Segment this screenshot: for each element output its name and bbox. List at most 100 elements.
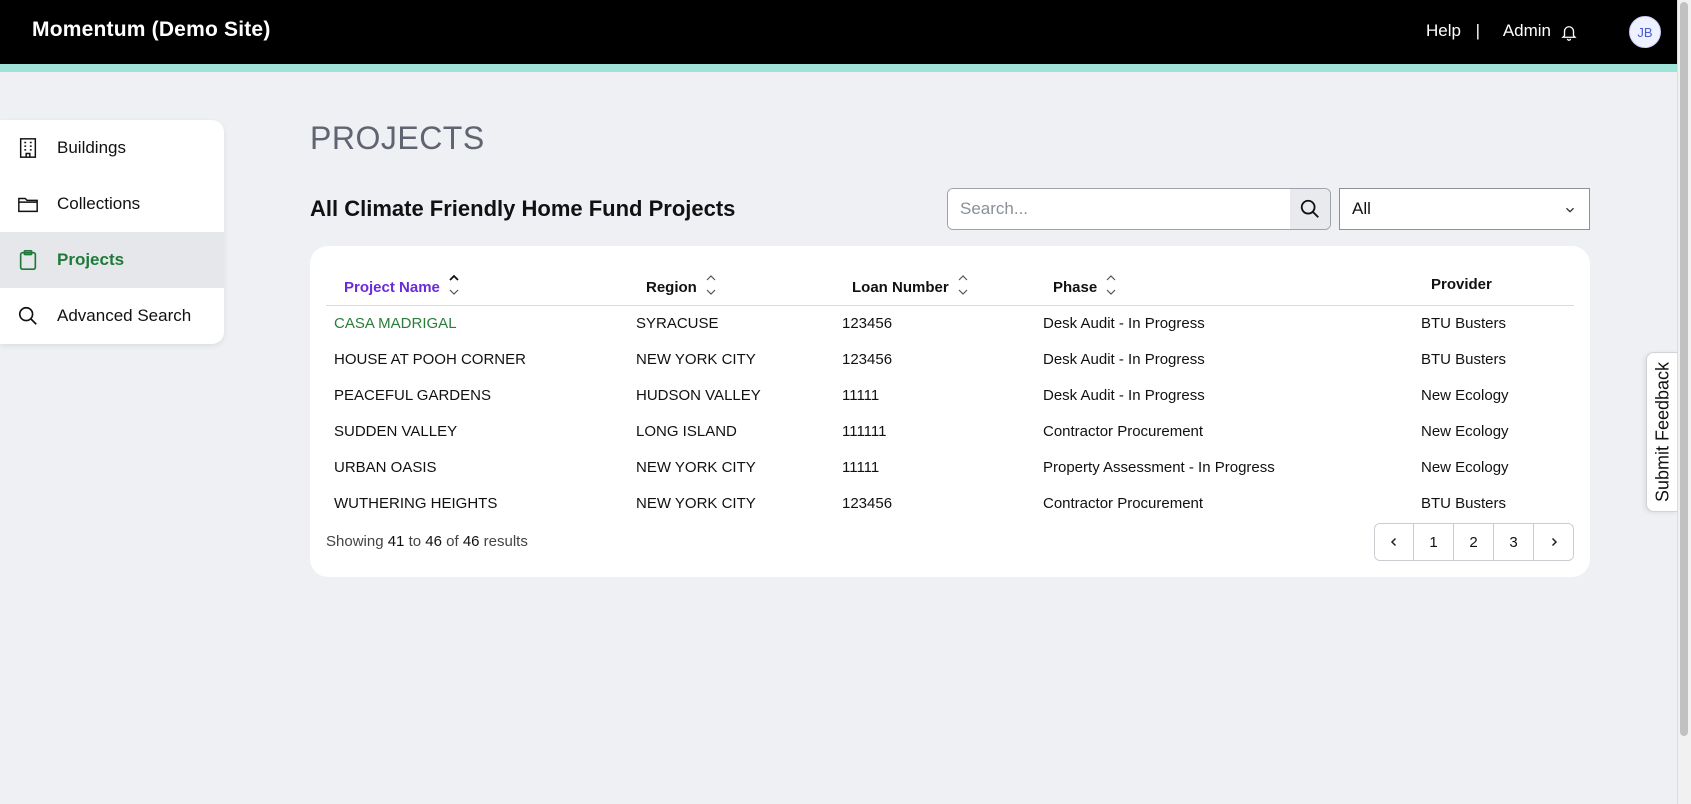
- column-label: Loan Number: [852, 278, 949, 296]
- provider-cell: New Ecology: [1421, 459, 1509, 476]
- sidebar-item-label: Projects: [57, 250, 125, 269]
- project-name-cell[interactable]: URBAN OASIS: [334, 459, 437, 476]
- column-header-loan-number[interactable]: Loan Number: [852, 275, 969, 298]
- provider-cell: BTU Busters: [1421, 495, 1507, 512]
- next-page-button[interactable]: [1533, 524, 1573, 560]
- project-name-link[interactable]: CASA MADRIGAL: [334, 315, 457, 332]
- chevron-down-icon: [1566, 207, 1574, 213]
- scrollbar[interactable]: [1677, 0, 1691, 804]
- top-nav-links: Help | Admin JB: [1277, 0, 1677, 64]
- sort-icon: [449, 274, 459, 295]
- summary-prefix: Showing: [326, 533, 384, 550]
- sort-icon: [958, 275, 968, 295]
- sidebar-item-advanced-search[interactable]: Advanced Search: [0, 288, 224, 344]
- user-avatar[interactable]: JB: [1629, 16, 1661, 48]
- column-label: Phase: [1053, 278, 1098, 296]
- summary-from: 41: [387, 533, 405, 550]
- provider-cell: New Ecology: [1421, 387, 1509, 404]
- bell-icon[interactable]: [1560, 22, 1578, 42]
- provider-cell: BTU Busters: [1421, 315, 1507, 332]
- chevron-left-icon: [1390, 537, 1397, 547]
- summary-of-word: of: [446, 533, 459, 550]
- project-name-cell[interactable]: SUDDEN VALLEY: [334, 423, 457, 440]
- nav-separator: |: [1475, 21, 1480, 40]
- table-row[interactable]: CASA MADRIGAL SYRACUSE 123456 Desk Audit…: [334, 306, 1574, 342]
- summary-total: 46: [462, 533, 480, 550]
- filter-selected-value: All: [1352, 199, 1371, 218]
- sidebar-item-label: Buildings: [57, 138, 126, 157]
- column-header-project-name[interactable]: Project Name: [344, 274, 460, 298]
- phase-filter-select[interactable]: All: [1339, 188, 1590, 230]
- loan-number-cell: 11111: [842, 387, 880, 404]
- loan-number-cell: 123456: [842, 495, 893, 512]
- sidebar-item-collections[interactable]: Collections: [0, 176, 224, 232]
- search-input[interactable]: [948, 189, 1290, 229]
- sort-icon: [1106, 275, 1116, 295]
- column-label: Region: [646, 278, 697, 296]
- section-title: All Climate Friendly Home Fund Projects: [310, 196, 736, 221]
- page-button-2[interactable]: 2: [1453, 524, 1493, 560]
- projects-table-card: Project Name Region Loan Number Phase Pr…: [310, 246, 1590, 577]
- prev-page-button[interactable]: [1375, 524, 1413, 560]
- app-title[interactable]: Momentum (Demo Site): [32, 18, 271, 42]
- sidebar: Buildings Collections Projects Advanced …: [0, 120, 224, 344]
- accent-bar: [0, 64, 1677, 72]
- sidebar-item-projects[interactable]: Projects: [0, 232, 224, 288]
- sidebar-item-buildings[interactable]: Buildings: [0, 120, 224, 176]
- page-button-3[interactable]: 3: [1493, 524, 1533, 560]
- table-header: Project Name Region Loan Number Phase Pr…: [326, 262, 1574, 306]
- table-row[interactable]: HOUSE AT POOH CORNER NEW YORK CITY 12345…: [334, 342, 1574, 378]
- table-row[interactable]: URBAN OASIS NEW YORK CITY 11111 Property…: [334, 450, 1574, 486]
- sidebar-item-label: Collections: [57, 194, 141, 213]
- phase-cell: Property Assessment - In Progress: [1043, 459, 1275, 476]
- pagination: 1 2 3: [1374, 523, 1574, 561]
- phase-cell: Contractor Procurement: [1043, 495, 1204, 512]
- region-cell: NEW YORK CITY: [636, 495, 756, 512]
- clipboard-icon: [19, 250, 37, 270]
- column-header-phase[interactable]: Phase: [1053, 275, 1117, 298]
- project-name-cell[interactable]: WUTHERING HEIGHTS: [334, 495, 497, 512]
- search-icon: [1300, 199, 1319, 218]
- table-row[interactable]: SUDDEN VALLEY LONG ISLAND 111111 Contrac…: [334, 414, 1574, 450]
- region-cell: NEW YORK CITY: [636, 459, 756, 476]
- column-header-region[interactable]: Region: [646, 275, 717, 298]
- summary-results-word: results: [483, 533, 528, 550]
- provider-cell: New Ecology: [1421, 423, 1509, 440]
- phase-cell: Desk Audit - In Progress: [1043, 315, 1205, 332]
- chevron-right-icon: [1551, 537, 1557, 547]
- feedback-label: Submit Feedback: [1652, 361, 1672, 503]
- loan-number-cell: 123456: [842, 351, 893, 368]
- loan-number-cell: 11111: [842, 459, 880, 476]
- loan-number-cell: 123456: [842, 315, 893, 332]
- page-button-1[interactable]: 1: [1413, 524, 1453, 560]
- building-icon: [19, 138, 37, 158]
- region-cell: LONG ISLAND: [636, 423, 737, 440]
- submit-feedback-tab[interactable]: Submit Feedback: [1646, 352, 1678, 512]
- search-button[interactable]: [1290, 189, 1330, 229]
- project-name-cell[interactable]: PEACEFUL GARDENS: [334, 387, 491, 404]
- table-row[interactable]: PEACEFUL GARDENS HUDSON VALLEY 11111 Des…: [334, 378, 1574, 414]
- summary-to: 46: [425, 533, 442, 550]
- scrollbar-thumb[interactable]: [1680, 2, 1688, 736]
- region-cell: NEW YORK CITY: [636, 351, 756, 368]
- admin-link[interactable]: Admin: [1503, 21, 1551, 41]
- column-header-provider: Provider: [1431, 276, 1492, 293]
- project-name-cell[interactable]: HOUSE AT POOH CORNER: [334, 351, 526, 368]
- sidebar-item-label: Advanced Search: [57, 306, 192, 325]
- loan-number-cell: 111111: [842, 423, 887, 440]
- help-link[interactable]: Help: [1426, 21, 1461, 41]
- phase-cell: Desk Audit - In Progress: [1043, 387, 1205, 404]
- results-summary: Showing 41 to 46 of 46 results: [326, 533, 528, 550]
- folder-icon: [18, 197, 38, 213]
- column-label: Project Name: [344, 278, 440, 296]
- provider-cell: BTU Busters: [1421, 351, 1507, 368]
- region-cell: SYRACUSE: [636, 315, 719, 332]
- top-navbar: Momentum (Demo Site) Help | Admin JB: [0, 0, 1677, 64]
- region-cell: HUDSON VALLEY: [636, 387, 761, 404]
- phase-cell: Contractor Procurement: [1043, 423, 1204, 440]
- search-icon: [18, 306, 37, 325]
- page-title: PROJECTS: [310, 120, 485, 156]
- sort-icon: [706, 275, 716, 295]
- table-row[interactable]: WUTHERING HEIGHTS NEW YORK CITY 123456 C…: [334, 486, 1574, 522]
- column-label: Provider: [1431, 276, 1492, 293]
